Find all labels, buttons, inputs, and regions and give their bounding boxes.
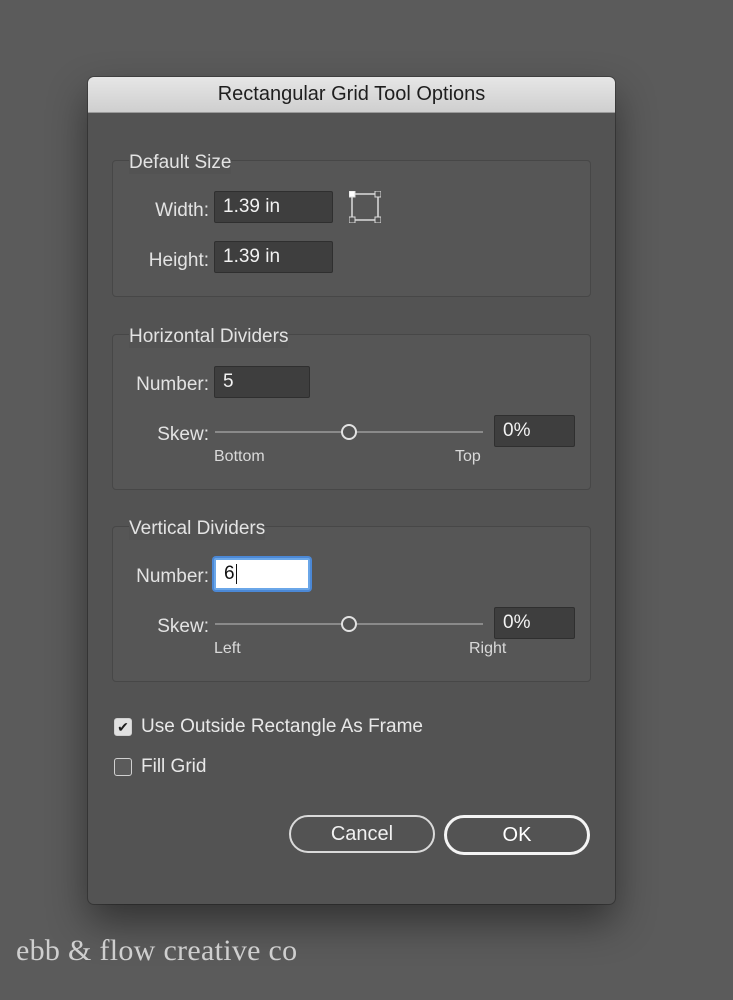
vertical-dividers-group: Vertical Dividers Number: 6 Skew: 0% Lef… [112,518,591,682]
horizontal-number-field[interactable]: 5 [214,366,310,398]
horizontal-skew-slider-handle[interactable] [341,424,357,440]
reference-point-icon[interactable] [349,191,381,223]
vertical-number-value: 6 [224,563,235,584]
horizontal-skew-right-caption: Top [455,448,481,465]
horizontal-skew-label: Skew: [157,424,209,445]
dialog-title: Rectangular Grid Tool Options [217,83,486,105]
use-outside-rectangle-checkbox[interactable]: ✔ [114,718,132,736]
ok-button[interactable]: OK [444,815,590,855]
vertical-dividers-legend: Vertical Dividers [129,518,266,540]
vertical-skew-left-caption: Left [214,640,241,657]
vertical-skew-right-caption: Right [469,640,507,657]
width-field[interactable]: 1.39 in [214,191,333,223]
use-outside-rectangle-label[interactable]: Use Outside Rectangle As Frame [141,716,423,738]
dialog-titlebar[interactable]: Rectangular Grid Tool Options [88,77,615,113]
vertical-number-label: Number: [136,566,209,587]
default-size-group: Default Size Width: 1.39 in Height: 1.39… [112,152,591,297]
height-label: Height: [148,250,209,271]
checkmark-icon: ✔ [117,719,129,735]
vertical-number-field[interactable]: 6 [214,558,310,590]
height-field[interactable]: 1.39 in [214,241,333,273]
horizontal-skew-left-caption: Bottom [214,448,265,465]
grid-tool-options-dialog: Rectangular Grid Tool Options Default Si… [88,77,615,904]
vertical-skew-label: Skew: [157,616,209,637]
horizontal-dividers-legend: Horizontal Dividers [129,326,289,348]
horizontal-skew-field[interactable]: 0% [494,415,575,447]
text-caret [235,563,237,584]
horizontal-number-label: Number: [136,374,209,395]
cancel-button[interactable]: Cancel [289,815,435,853]
watermark: ebb & flow creative co [16,934,298,967]
vertical-skew-field[interactable]: 0% [494,607,575,639]
horizontal-dividers-group: Horizontal Dividers Number: 5 Skew: 0% B… [112,326,591,490]
default-size-legend: Default Size [129,152,232,174]
fill-grid-checkbox[interactable] [114,758,132,776]
vertical-skew-slider-handle[interactable] [341,616,357,632]
width-label: Width: [155,200,209,221]
fill-grid-label[interactable]: Fill Grid [141,756,206,778]
